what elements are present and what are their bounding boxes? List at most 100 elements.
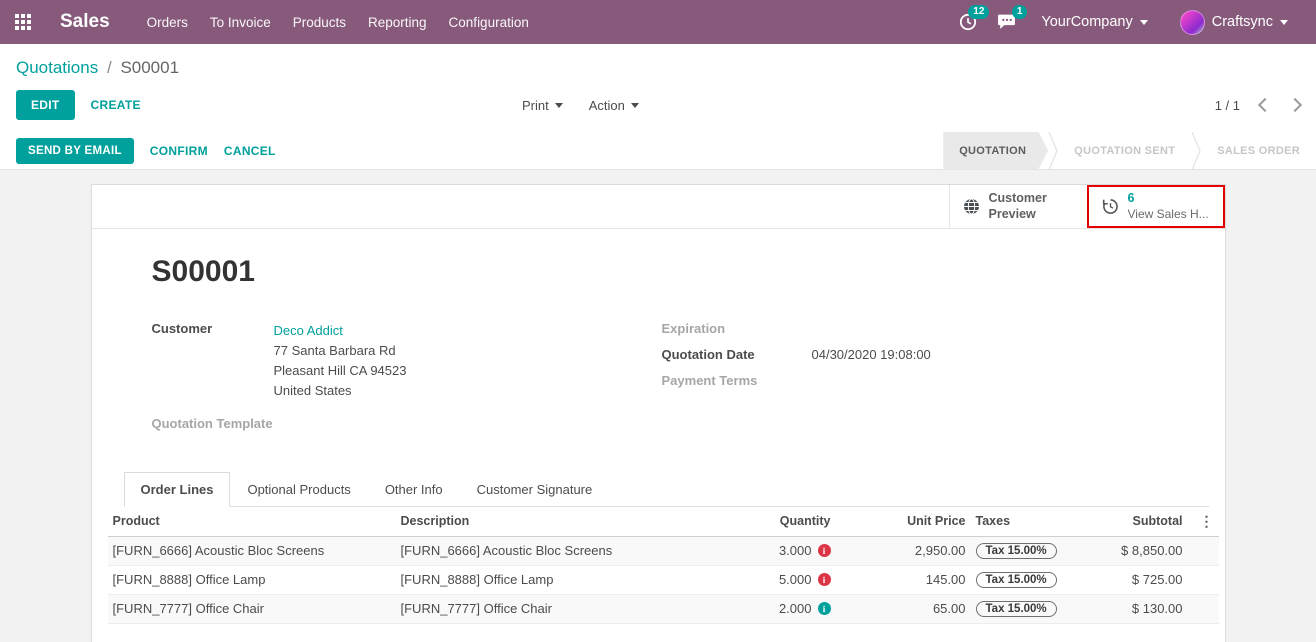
message-count-badge: 1 xyxy=(1012,5,1028,19)
breadcrumb: Quotations / S00001 xyxy=(0,44,1316,82)
activity-count-badge: 12 xyxy=(968,5,989,19)
menu-to-invoice[interactable]: To Invoice xyxy=(199,0,282,44)
print-label: Print xyxy=(522,98,549,113)
customer-preview-line1: Customer xyxy=(989,191,1047,207)
menu-orders[interactable]: Orders xyxy=(136,0,199,44)
apps-grid-icon[interactable] xyxy=(0,0,46,44)
header-taxes[interactable]: Taxes xyxy=(971,514,1101,528)
pager-previous-icon[interactable] xyxy=(1258,98,1272,112)
cell-subtotal: $ 725.00 xyxy=(1101,572,1195,587)
menu-reporting[interactable]: Reporting xyxy=(357,0,438,44)
cell-description: [FURN_6666] Acoustic Bloc Screens xyxy=(396,543,726,558)
header-description[interactable]: Description xyxy=(396,514,726,528)
action-dropdown[interactable]: Action xyxy=(589,98,639,113)
quotation-form-sheet: Customer Preview 6 View Sales H... S0000… xyxy=(91,184,1226,642)
menu-configuration[interactable]: Configuration xyxy=(438,0,540,44)
tax-badge: Tax 15.00% xyxy=(976,601,1057,617)
sales-history-label: View Sales H... xyxy=(1128,207,1209,222)
menu-products[interactable]: Products xyxy=(282,0,357,44)
quotation-date-value[interactable]: 04/30/2020 19:08:00 xyxy=(812,347,931,362)
send-by-email-button[interactable]: SEND BY EMAIL xyxy=(16,138,134,164)
status-step-quotation[interactable]: QUOTATION xyxy=(943,132,1048,170)
header-product[interactable]: Product xyxy=(108,514,396,528)
status-step-quotation-sent[interactable]: QUOTATION SENT xyxy=(1058,132,1191,170)
edit-button[interactable]: EDIT xyxy=(16,90,75,120)
cell-product: [FURN_6666] Acoustic Bloc Screens xyxy=(108,543,396,558)
availability-info-icon[interactable]: i xyxy=(818,573,831,586)
header-quantity[interactable]: Quantity xyxy=(726,514,836,528)
tax-badge: Tax 15.00% xyxy=(976,543,1057,559)
customer-address-line1: 77 Santa Barbara Rd xyxy=(274,343,396,358)
stat-button-box: Customer Preview 6 View Sales H... xyxy=(92,185,1225,229)
quotation-date-label: Quotation Date xyxy=(662,347,812,362)
content-area: Customer Preview 6 View Sales H... S0000… xyxy=(0,170,1316,642)
user-menu[interactable]: Craftsync xyxy=(1166,0,1302,44)
status-step-sales-order[interactable]: SALES ORDER xyxy=(1201,132,1316,170)
notebook-tabs: Order Lines Optional Products Other Info… xyxy=(124,472,1209,507)
control-panel: Quotations / S00001 EDIT CREATE Print Ac… xyxy=(0,44,1316,132)
statusbar: SEND BY EMAIL CONFIRM CANCEL QUOTATION Q… xyxy=(0,132,1316,170)
cell-product: [FURN_7777] Office Chair xyxy=(108,601,396,616)
chevron-down-icon xyxy=(631,103,639,108)
action-label: Action xyxy=(589,98,625,113)
breadcrumb-separator: / xyxy=(107,58,112,77)
avatar xyxy=(1180,10,1205,35)
breadcrumb-quotations[interactable]: Quotations xyxy=(16,58,98,77)
cell-quantity: 3.000 i xyxy=(726,543,836,558)
top-nav: Sales Orders To Invoice Products Reporti… xyxy=(0,0,1316,44)
cell-unit-price: 145.00 xyxy=(836,572,971,587)
tab-optional-products[interactable]: Optional Products xyxy=(230,472,367,507)
cell-quantity: 5.000 i xyxy=(726,572,836,587)
cell-description: [FURN_7777] Office Chair xyxy=(396,601,726,616)
customer-label: Customer xyxy=(152,321,274,402)
tab-customer-signature[interactable]: Customer Signature xyxy=(460,472,610,507)
cell-subtotal: $ 130.00 xyxy=(1101,601,1195,616)
activity-clock-icon[interactable]: 12 xyxy=(951,0,985,44)
history-icon xyxy=(1102,198,1119,215)
header-subtotal[interactable]: Subtotal xyxy=(1101,514,1195,528)
print-dropdown[interactable]: Print xyxy=(522,98,563,113)
chevron-down-icon xyxy=(1280,20,1288,25)
cell-unit-price: 2,950.00 xyxy=(836,543,971,558)
step-chevron-icon xyxy=(1048,132,1058,170)
confirm-button[interactable]: CONFIRM xyxy=(150,144,208,158)
order-lines-table: Product Description Quantity Unit Price … xyxy=(108,507,1219,624)
header-unit-price[interactable]: Unit Price xyxy=(836,514,971,528)
create-button[interactable]: CREATE xyxy=(91,98,141,112)
top-menu: Orders To Invoice Products Reporting Con… xyxy=(136,0,540,44)
column-options-icon[interactable]: ⋮ xyxy=(1195,514,1219,528)
tab-order-lines[interactable]: Order Lines xyxy=(124,472,231,507)
view-sales-history-button[interactable]: 6 View Sales H... xyxy=(1087,185,1225,228)
quantity-value: 5.000 xyxy=(779,572,812,587)
table-row[interactable]: [FURN_8888] Office Lamp [FURN_8888] Offi… xyxy=(108,566,1219,595)
availability-info-icon[interactable]: i xyxy=(818,544,831,557)
expiration-label: Expiration xyxy=(662,321,812,336)
tab-other-info[interactable]: Other Info xyxy=(368,472,460,507)
status-steps: QUOTATION QUOTATION SENT SALES ORDER xyxy=(943,132,1316,170)
app-title[interactable]: Sales xyxy=(60,11,110,33)
chevron-down-icon xyxy=(1140,20,1148,25)
user-name: Craftsync xyxy=(1212,14,1273,30)
availability-info-icon[interactable]: i xyxy=(818,602,831,615)
pager-next-icon[interactable] xyxy=(1288,98,1302,112)
table-row[interactable]: [FURN_6666] Acoustic Bloc Screens [FURN_… xyxy=(108,537,1219,566)
cancel-button[interactable]: CANCEL xyxy=(224,144,276,158)
quantity-value: 2.000 xyxy=(779,601,812,616)
quotation-template-label: Quotation Template xyxy=(152,416,274,431)
customer-preview-button[interactable]: Customer Preview xyxy=(949,185,1087,228)
company-switcher[interactable]: YourCompany xyxy=(1027,0,1161,44)
tax-badge: Tax 15.00% xyxy=(976,572,1057,588)
cell-taxes: Tax 15.00% xyxy=(971,542,1101,559)
chevron-down-icon xyxy=(555,103,563,108)
messages-icon-wrap[interactable]: 1 xyxy=(989,0,1023,44)
page-title: S00001 xyxy=(152,255,1225,289)
table-row[interactable]: [FURN_7777] Office Chair [FURN_7777] Off… xyxy=(108,595,1219,624)
sales-history-count: 6 xyxy=(1128,191,1209,207)
pager-value: 1 / 1 xyxy=(1215,98,1240,113)
cell-taxes: Tax 15.00% xyxy=(971,571,1101,588)
payment-terms-label: Payment Terms xyxy=(662,373,812,388)
customer-address-line2: Pleasant Hill CA 94523 xyxy=(274,363,407,378)
cell-subtotal: $ 8,850.00 xyxy=(1101,543,1195,558)
customer-link[interactable]: Deco Addict xyxy=(274,323,343,338)
breadcrumb-current: S00001 xyxy=(120,58,179,77)
